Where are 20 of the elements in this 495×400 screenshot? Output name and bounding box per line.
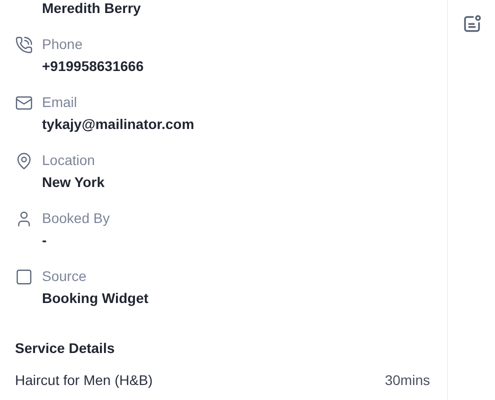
customer-name: Meredith Berry bbox=[42, 0, 142, 17]
field-label: Email bbox=[42, 93, 78, 111]
service-name: Haircut for Men (H&B) bbox=[15, 371, 153, 389]
field-value: - bbox=[42, 231, 48, 249]
field-value: Booking Widget bbox=[42, 289, 148, 307]
phone-icon bbox=[15, 36, 33, 54]
field-label: Location bbox=[42, 151, 96, 169]
service-duration: 30mins bbox=[384, 371, 430, 389]
field-label: Source bbox=[42, 267, 88, 285]
field-value: +919958631666 bbox=[42, 57, 144, 75]
person-icon bbox=[15, 210, 33, 228]
envelope-icon bbox=[15, 94, 33, 112]
field-label: Booked By bbox=[42, 209, 110, 227]
square-icon bbox=[15, 268, 33, 286]
field-value: tykajy@mailinator.com bbox=[42, 115, 194, 133]
field-value: New York bbox=[42, 173, 105, 191]
section-title: Service Details bbox=[15, 339, 116, 357]
note-icon[interactable] bbox=[462, 14, 482, 34]
field-label: Phone bbox=[42, 35, 84, 53]
map-pin-icon bbox=[15, 152, 33, 170]
